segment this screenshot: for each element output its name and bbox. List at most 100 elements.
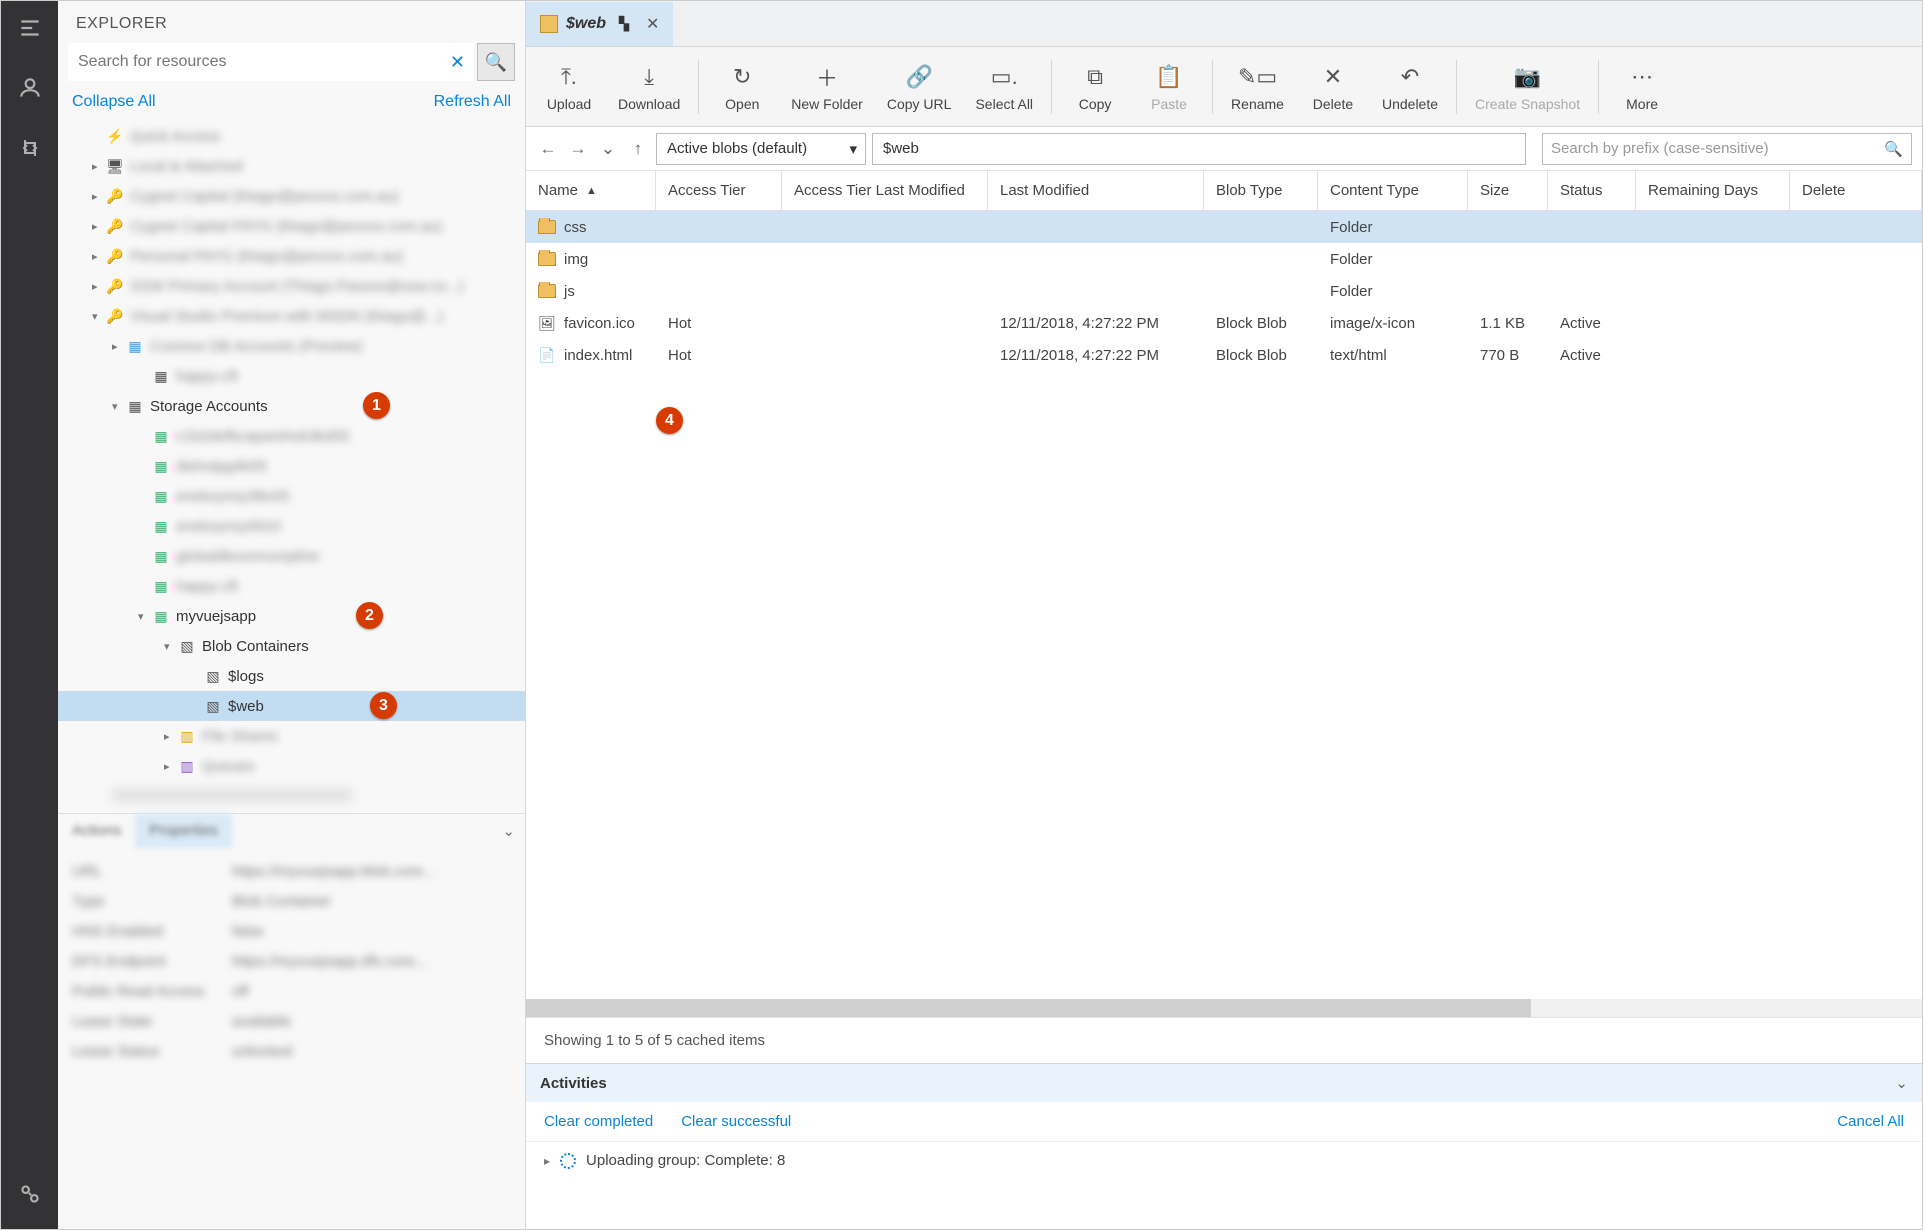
clear-successful-link[interactable]: Clear successful: [681, 1113, 791, 1130]
property-row: Lease Stateavailable: [72, 1006, 511, 1036]
activity-item[interactable]: ▸ Uploading group: Complete: 8: [526, 1142, 1922, 1229]
tree-item[interactable]: ▦globaldboomrumpline: [58, 541, 525, 571]
nav-dropdown-icon[interactable]: ⌄: [596, 135, 620, 163]
tree-item[interactable]: ▸▥File Shares: [58, 721, 525, 751]
clear-search-icon[interactable]: ✕: [442, 52, 473, 73]
close-tab-icon[interactable]: ✕: [646, 14, 659, 34]
col-size[interactable]: Size: [1468, 171, 1548, 210]
table-row[interactable]: 📄index.htmlHot12/11/2018, 4:27:22 PMBloc…: [526, 339, 1922, 371]
cell-last-modified: 12/11/2018, 4:27:22 PM: [988, 347, 1204, 364]
property-row: Lease Statusunlocked: [72, 1036, 511, 1066]
cell-status: Active: [1548, 347, 1636, 364]
col-content-type[interactable]: Content Type: [1318, 171, 1468, 210]
editor-tabbar: $web ▝▖ ✕: [526, 1, 1922, 47]
collapse-all-link[interactable]: Collapse All: [72, 93, 156, 111]
tree-item-myvuejsapp[interactable]: ▾▦myvuejsapp 2: [58, 601, 525, 631]
cancel-all-link[interactable]: Cancel All: [1837, 1113, 1904, 1130]
tab-actions[interactable]: Actions: [58, 814, 135, 848]
upload-button[interactable]: ⤒.Upload: [532, 56, 606, 118]
col-blob-type[interactable]: Blob Type: [1204, 171, 1318, 210]
col-access-tier[interactable]: Access Tier: [656, 171, 782, 210]
table-row[interactable]: cssFolder: [526, 211, 1922, 243]
copy-url-button[interactable]: 🔗Copy URL: [875, 56, 964, 118]
feedback-rail-icon[interactable]: [13, 1177, 47, 1211]
cell-last-modified: 12/11/2018, 4:27:22 PM: [988, 315, 1204, 332]
col-access-tier-last-modified[interactable]: Access Tier Last Modified: [782, 171, 988, 210]
image-icon: 🖼: [538, 314, 556, 332]
tree-item[interactable]: ▸🔑SSW Primary Account (Thiago.Passos@ssw…: [58, 271, 525, 301]
property-key: Lease Status: [72, 1043, 232, 1060]
tree-item[interactable]: ▦c1b2defbcaparehob3kd55: [58, 421, 525, 451]
tab-properties[interactable]: Properties: [135, 814, 231, 848]
col-deleted[interactable]: Delete: [1790, 171, 1922, 210]
account-rail-icon[interactable]: [13, 71, 47, 105]
tree-item[interactable]: ▸🔑Cygnet Capital PAYG (thiago@pexxxx.com…: [58, 211, 525, 241]
tree-item[interactable]: ▦enekoynsy38o05: [58, 481, 525, 511]
breadcrumb-input[interactable]: $web: [872, 133, 1526, 165]
table-row[interactable]: imgFolder: [526, 243, 1922, 275]
blob-filter-select[interactable]: Active blobs (default): [656, 133, 866, 165]
callout-badge-3: 3: [370, 692, 397, 719]
tree-item[interactable]: ▾🔑Visual Studio Premium with MSDN (thiag…: [58, 301, 525, 331]
table-row[interactable]: jsFolder: [526, 275, 1922, 307]
select-all-button[interactable]: ▭.Select All: [963, 56, 1045, 118]
create-snapshot-button: 📷Create Snapshot: [1463, 56, 1592, 118]
tree-item[interactable]: ▸🖥Local & Attached: [58, 151, 525, 181]
copy-button[interactable]: ⧉Copy: [1058, 56, 1132, 118]
new-folder-button[interactable]: ＋New Folder: [779, 56, 875, 118]
tree-item[interactable]: ▸▥Queues: [58, 751, 525, 781]
undelete-button[interactable]: ↶Undelete: [1370, 56, 1450, 118]
tree-item[interactable]: ▸🔑Personal PAYG (thiago@pexxxx.com.au): [58, 241, 525, 271]
tree-item[interactable]: ▸🔑Cygnet Capital (thiago@pexxxx.com.au): [58, 181, 525, 211]
tab-web[interactable]: $web ▝▖ ✕: [526, 2, 673, 46]
panel-collapse-icon[interactable]: ⌄: [492, 814, 525, 848]
search-icon: 🔍: [1884, 140, 1903, 158]
resource-search-box[interactable]: ✕: [68, 43, 473, 81]
delete-button[interactable]: ✕Delete: [1296, 56, 1370, 118]
property-key: Type: [72, 893, 232, 910]
connect-rail-icon[interactable]: [13, 131, 47, 165]
tree-item[interactable]: ▦happy-cft: [58, 361, 525, 391]
clear-completed-link[interactable]: Clear completed: [544, 1113, 653, 1130]
activities-collapse-icon[interactable]: ⌄: [1895, 1074, 1908, 1092]
resource-search-input[interactable]: [68, 53, 442, 71]
more-button[interactable]: ⋯More: [1605, 56, 1679, 118]
col-remaining-days[interactable]: Remaining Days: [1636, 171, 1790, 210]
tree-item[interactable]: xxxxxxxxxxxxxxxxxxxxxxxxxxxxxxxx: [58, 781, 525, 807]
tree-item[interactable]: ▦diehotpg4b05: [58, 451, 525, 481]
tree-item[interactable]: ▦enekoynsy9910: [58, 511, 525, 541]
tree-item[interactable]: ▸▦Cosmos DB Accounts (Preview): [58, 331, 525, 361]
nav-forward-icon[interactable]: →: [566, 135, 590, 163]
explorer-rail-icon[interactable]: [13, 11, 47, 45]
horizontal-scrollbar[interactable]: [526, 999, 1922, 1017]
nav-back-icon[interactable]: ←: [536, 135, 560, 163]
prefix-search-input[interactable]: Search by prefix (case-sensitive) 🔍: [1542, 133, 1912, 165]
callout-badge-4: 4: [656, 407, 683, 434]
cell-name: index.html: [564, 347, 632, 364]
col-status[interactable]: Status: [1548, 171, 1636, 210]
search-button[interactable]: 🔍: [477, 43, 515, 81]
tree-item-web[interactable]: ▧$web 3: [58, 691, 525, 721]
nav-up-icon[interactable]: ↑: [626, 135, 650, 163]
property-key: DFS Endpoint: [72, 953, 232, 970]
cell-status: Active: [1548, 315, 1636, 332]
folder-icon: [538, 282, 556, 300]
expand-icon[interactable]: ▸: [544, 1154, 550, 1168]
open-button[interactable]: ↻Open: [705, 56, 779, 118]
tree-item-storage-accounts[interactable]: ▾▦Storage Accounts 1: [58, 391, 525, 421]
tree-label: Storage Accounts: [150, 398, 268, 415]
table-row[interactable]: 🖼favicon.icoHot12/11/2018, 4:27:22 PMBlo…: [526, 307, 1922, 339]
bottom-panel-tabs: Actions Properties ⌄: [58, 813, 525, 848]
download-button[interactable]: ⤓Download: [606, 56, 692, 118]
rename-button[interactable]: ✎▭Rename: [1219, 56, 1296, 118]
cell-blob-type: Block Blob: [1204, 347, 1318, 364]
tree-item[interactable]: ▦happy-cft: [58, 571, 525, 601]
tree-item-blob-containers[interactable]: ▾▧Blob Containers: [58, 631, 525, 661]
col-last-modified[interactable]: Last Modified: [988, 171, 1204, 210]
refresh-all-link[interactable]: Refresh All: [434, 93, 511, 111]
tree-item[interactable]: ⚡Quick Access: [58, 121, 525, 151]
col-name[interactable]: Name▲: [526, 171, 656, 210]
grid-body: cssFolderimgFolderjsFolder🖼favicon.icoHo…: [526, 211, 1922, 999]
tree-item-logs[interactable]: ▧$logs: [58, 661, 525, 691]
main-content: $web ▝▖ ✕ ⤒.Upload ⤓Download ↻Open ＋New …: [526, 1, 1922, 1229]
